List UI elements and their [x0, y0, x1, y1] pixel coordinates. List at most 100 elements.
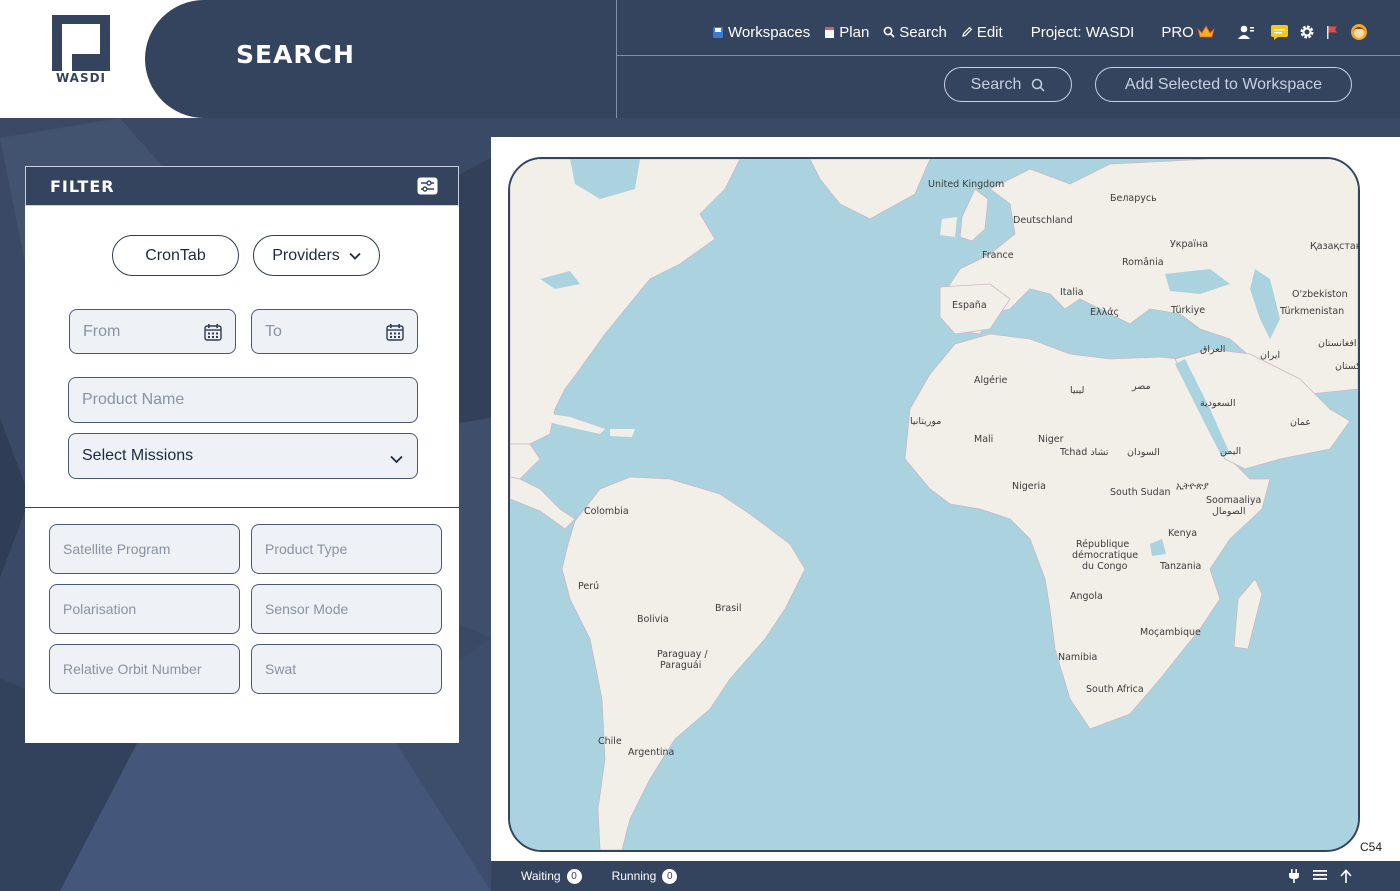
label-ethiopia: ኢትዮጵያ	[1176, 481, 1209, 492]
header-hline	[617, 55, 1400, 56]
label-turkiye: Türkiye	[1170, 305, 1205, 316]
label-chile: Chile	[598, 736, 622, 747]
label-romania: România	[1122, 257, 1164, 268]
calendar-icon[interactable]	[204, 323, 222, 346]
edit-icon	[961, 26, 973, 38]
label-oman: عمان	[1290, 417, 1311, 428]
gear-icon[interactable]	[1299, 24, 1315, 40]
label-drc-2: démocratique	[1072, 550, 1138, 561]
calendar-icon[interactable]	[386, 323, 404, 346]
title-pill	[145, 0, 625, 118]
user-icon[interactable]	[1237, 24, 1255, 40]
running-status[interactable]: Running 0	[611, 868, 678, 884]
filter-settings-icon[interactable]	[417, 177, 438, 195]
label-iran: ایران	[1260, 350, 1280, 361]
label-saudi: السعودية	[1200, 398, 1235, 409]
label-uk: United Kingdom	[928, 179, 1004, 190]
running-label: Running	[611, 869, 657, 883]
select-missions-dropdown[interactable]: Select Missions	[68, 433, 418, 479]
satellite-program-input[interactable]: Satellite Program	[49, 524, 240, 574]
add-selected-to-workspace-button[interactable]: Add Selected to Workspace	[1095, 67, 1352, 102]
label-kazakhstan: Қазақстан	[1310, 241, 1358, 252]
menu-icon[interactable]	[1313, 869, 1327, 883]
sensor-mode-input[interactable]: Sensor Mode	[251, 584, 442, 634]
chevron-down-icon	[349, 252, 361, 260]
plan-icon	[824, 26, 835, 39]
logo-text: WASDI	[55, 71, 107, 85]
nav-search[interactable]: Search	[883, 24, 947, 41]
nav-edit[interactable]: Edit	[961, 24, 1003, 41]
label-namibia: Namibia	[1058, 652, 1097, 663]
status-icons	[1275, 869, 1352, 883]
label-ellas: Ελλάς	[1090, 307, 1119, 318]
project-label[interactable]: Project: WASDI	[1031, 24, 1135, 41]
workspace-icon	[712, 26, 724, 39]
filter-panel: FILTER CronTab Providers From To Product…	[25, 166, 459, 743]
label-peru: Perú	[578, 581, 599, 592]
nav-workspaces-label: Workspaces	[728, 23, 811, 41]
top-nav: Workspaces Plan Search Edit Project: WAS…	[712, 22, 1378, 42]
label-belarus: Беларусь	[1110, 193, 1157, 204]
waiting-status[interactable]: Waiting 0	[521, 868, 582, 884]
label-afghanistan: افغانستان	[1318, 338, 1357, 349]
label-south-africa: South Africa	[1086, 684, 1144, 695]
crown-icon	[1197, 25, 1215, 39]
label-italia: Italia	[1060, 287, 1083, 298]
wasdi-logo-icon[interactable]	[52, 15, 110, 71]
label-paraguay-1: Paraguay /	[657, 649, 708, 660]
header-search-label: Search	[970, 75, 1022, 93]
to-date-field[interactable]: To	[251, 309, 418, 354]
label-ukraine: Україна	[1170, 239, 1208, 250]
nav-search-label: Search	[899, 23, 947, 41]
pro-label: PRO	[1161, 23, 1194, 41]
to-date-placeholder: To	[265, 322, 282, 340]
label-yemen: اليمن	[1220, 446, 1241, 457]
label-drc-1: République	[1076, 539, 1129, 550]
top-header: WASDI SEARCH Workspaces Plan Search Edit…	[0, 0, 1400, 118]
world-map[interactable]: United Kingdom Беларусь Deutschland Укра…	[508, 157, 1360, 852]
chat-icon[interactable]	[1270, 24, 1289, 41]
land-ireland	[940, 217, 957, 237]
avatar-icon[interactable]	[1350, 23, 1368, 41]
waiting-label: Waiting	[521, 869, 561, 883]
product-name-input[interactable]: Product Name	[68, 377, 418, 423]
providers-dropdown[interactable]: Providers	[253, 235, 380, 276]
plug-icon[interactable]	[1288, 869, 1300, 883]
relative-orbit-number-input[interactable]: Relative Orbit Number	[49, 644, 240, 694]
status-bar: Waiting 0 Running 0	[491, 861, 1400, 891]
flag-icon[interactable]	[1325, 25, 1340, 40]
label-ozbekiston: O'zbekiston	[1292, 289, 1348, 300]
nav-plan-label: Plan	[839, 23, 870, 41]
filter-title: FILTER	[50, 176, 115, 196]
nav-workspaces[interactable]: Workspaces	[712, 24, 810, 41]
product-type-input[interactable]: Product Type	[251, 524, 442, 574]
header-search-button[interactable]: Search	[944, 67, 1072, 102]
label-south-sudan: South Sudan	[1110, 487, 1171, 498]
crontab-button[interactable]: CronTab	[112, 235, 239, 276]
pro-badge[interactable]: PRO	[1161, 24, 1215, 41]
label-argentina: Argentina	[628, 747, 674, 758]
label-mozambique: Moçambique	[1140, 627, 1201, 638]
label-colombia: Colombia	[584, 506, 629, 517]
label-iraq: العراق	[1200, 344, 1225, 355]
arrow-up-icon[interactable]	[1340, 869, 1352, 883]
map-area: United Kingdom Беларусь Deutschland Укра…	[491, 137, 1400, 861]
label-brasil: Brasil	[715, 603, 741, 614]
swat-input[interactable]: Swat	[251, 644, 442, 694]
label-mauritania: موريتانيا	[910, 416, 941, 427]
polarisation-input[interactable]: Polarisation	[49, 584, 240, 634]
running-count: 0	[662, 868, 678, 884]
nav-plan[interactable]: Plan	[824, 24, 869, 41]
waiting-count: 0	[566, 868, 582, 884]
label-tanzania: Tanzania	[1159, 561, 1201, 572]
chevron-down-icon	[390, 451, 403, 469]
label-espana: España	[952, 300, 987, 311]
page-title: SEARCH	[236, 40, 355, 69]
product-name-placeholder: Product Name	[82, 391, 185, 408]
map-canvas[interactable]: United Kingdom Беларусь Deutschland Укра…	[510, 159, 1358, 850]
land-hispaniola	[610, 429, 635, 437]
label-somalia-ar: الصومال	[1212, 506, 1246, 517]
label-mali: Mali	[974, 434, 993, 445]
from-date-field[interactable]: From	[69, 309, 236, 354]
label-turkmenistan: Türkmenistan	[1279, 306, 1344, 317]
